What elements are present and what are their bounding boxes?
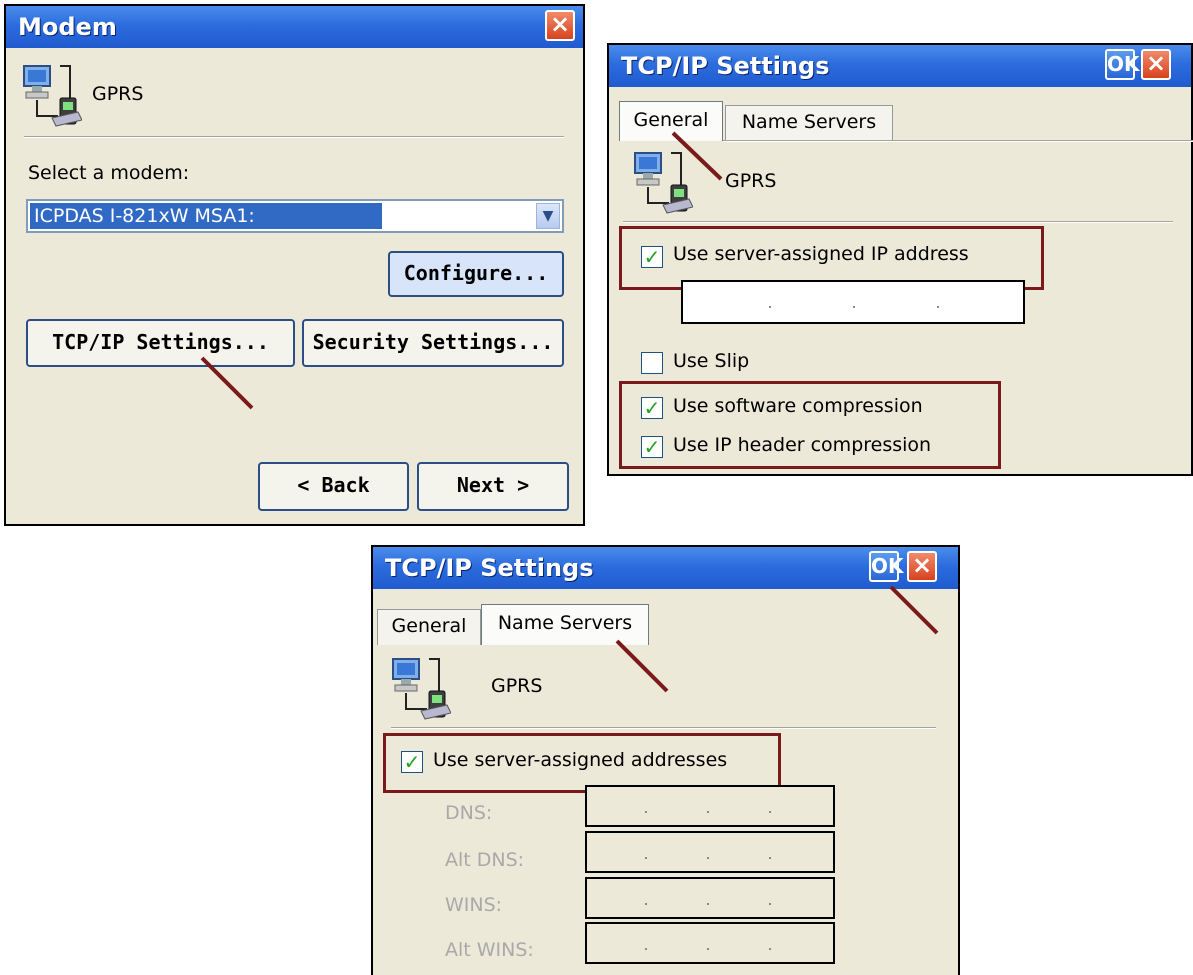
- separator: [391, 727, 936, 729]
- separator: [24, 136, 564, 138]
- selected-modem: ICPDAS I-821xW MSA1:: [30, 203, 382, 229]
- annotation-arrow: [200, 356, 254, 410]
- dns-label: DNS:: [445, 802, 493, 824]
- chevron-down-icon[interactable]: ▼: [536, 203, 560, 229]
- back-button[interactable]: < Back: [258, 462, 409, 511]
- alt-wins-label: Alt WINS:: [445, 939, 534, 961]
- tab-general[interactable]: General: [377, 609, 481, 645]
- ip-header-compression-checkbox[interactable]: ✓: [641, 436, 663, 458]
- tcpip-nameservers-title: TCP/IP Settings: [385, 554, 594, 582]
- modem-select[interactable]: ICPDAS I-821xW MSA1: ▼: [26, 199, 564, 233]
- next-button[interactable]: Next >: [417, 462, 569, 511]
- separator: [623, 221, 1173, 223]
- server-assigned-addresses-checkbox[interactable]: ✓: [401, 751, 423, 773]
- connection-name: GPRS: [491, 675, 543, 697]
- close-icon[interactable]: ×: [907, 551, 937, 582]
- tcpip-nameservers-dialog: TCP/IP Settings OK × General Name Server…: [371, 545, 960, 975]
- use-slip-label[interactable]: Use Slip: [673, 350, 749, 372]
- annotation-arrow: [615, 639, 669, 693]
- select-modem-label: Select a modem:: [28, 162, 190, 184]
- software-compression-label[interactable]: Use software compression: [673, 395, 923, 417]
- configure-button[interactable]: Configure...: [388, 251, 564, 297]
- software-compression-checkbox[interactable]: ✓: [641, 397, 663, 419]
- dns-field[interactable]: [585, 785, 835, 827]
- ok-button[interactable]: OK: [869, 551, 904, 582]
- tab-baseline: [723, 140, 1193, 142]
- server-assigned-ip-checkbox[interactable]: ✓: [641, 246, 663, 268]
- connection-name: GPRS: [725, 170, 777, 192]
- wins-field[interactable]: [585, 877, 835, 919]
- use-slip-checkbox[interactable]: [641, 352, 663, 374]
- tcpip-general-title: TCP/IP Settings: [621, 52, 830, 80]
- modem-dialog: Modem × GPRS Select a modem: ICPDAS I-82…: [4, 4, 585, 526]
- annotation-arrow: [889, 585, 939, 635]
- ip-address-field[interactable]: [681, 280, 1025, 324]
- security-settings-button[interactable]: Security Settings...: [302, 319, 564, 367]
- tab-name-servers[interactable]: Name Servers: [725, 105, 893, 141]
- tcpip-general-dialog: TCP/IP Settings OK × General Name Server…: [607, 43, 1193, 476]
- network-connection-icon: [392, 658, 451, 720]
- tcpip-nameservers-titlebar[interactable]: TCP/IP Settings OK ×: [373, 547, 958, 589]
- alt-dns-label: Alt DNS:: [445, 849, 525, 871]
- tcpip-general-titlebar[interactable]: TCP/IP Settings OK ×: [609, 45, 1191, 87]
- close-icon[interactable]: ×: [1141, 49, 1171, 80]
- ok-button[interactable]: OK: [1105, 49, 1140, 80]
- connection-name: GPRS: [92, 83, 144, 105]
- alt-dns-field[interactable]: [585, 831, 835, 873]
- annotation-arrow: [671, 131, 723, 181]
- close-icon[interactable]: ×: [545, 10, 575, 41]
- modem-titlebar[interactable]: Modem ×: [6, 6, 583, 48]
- server-assigned-addresses-label[interactable]: Use server-assigned addresses: [433, 749, 727, 771]
- network-connection-icon: [23, 65, 82, 127]
- wins-label: WINS:: [445, 894, 503, 916]
- ip-header-compression-label[interactable]: Use IP header compression: [673, 434, 931, 456]
- modem-title: Modem: [18, 13, 117, 41]
- server-assigned-ip-label[interactable]: Use server-assigned IP address: [673, 243, 969, 265]
- alt-wins-field[interactable]: [585, 922, 835, 964]
